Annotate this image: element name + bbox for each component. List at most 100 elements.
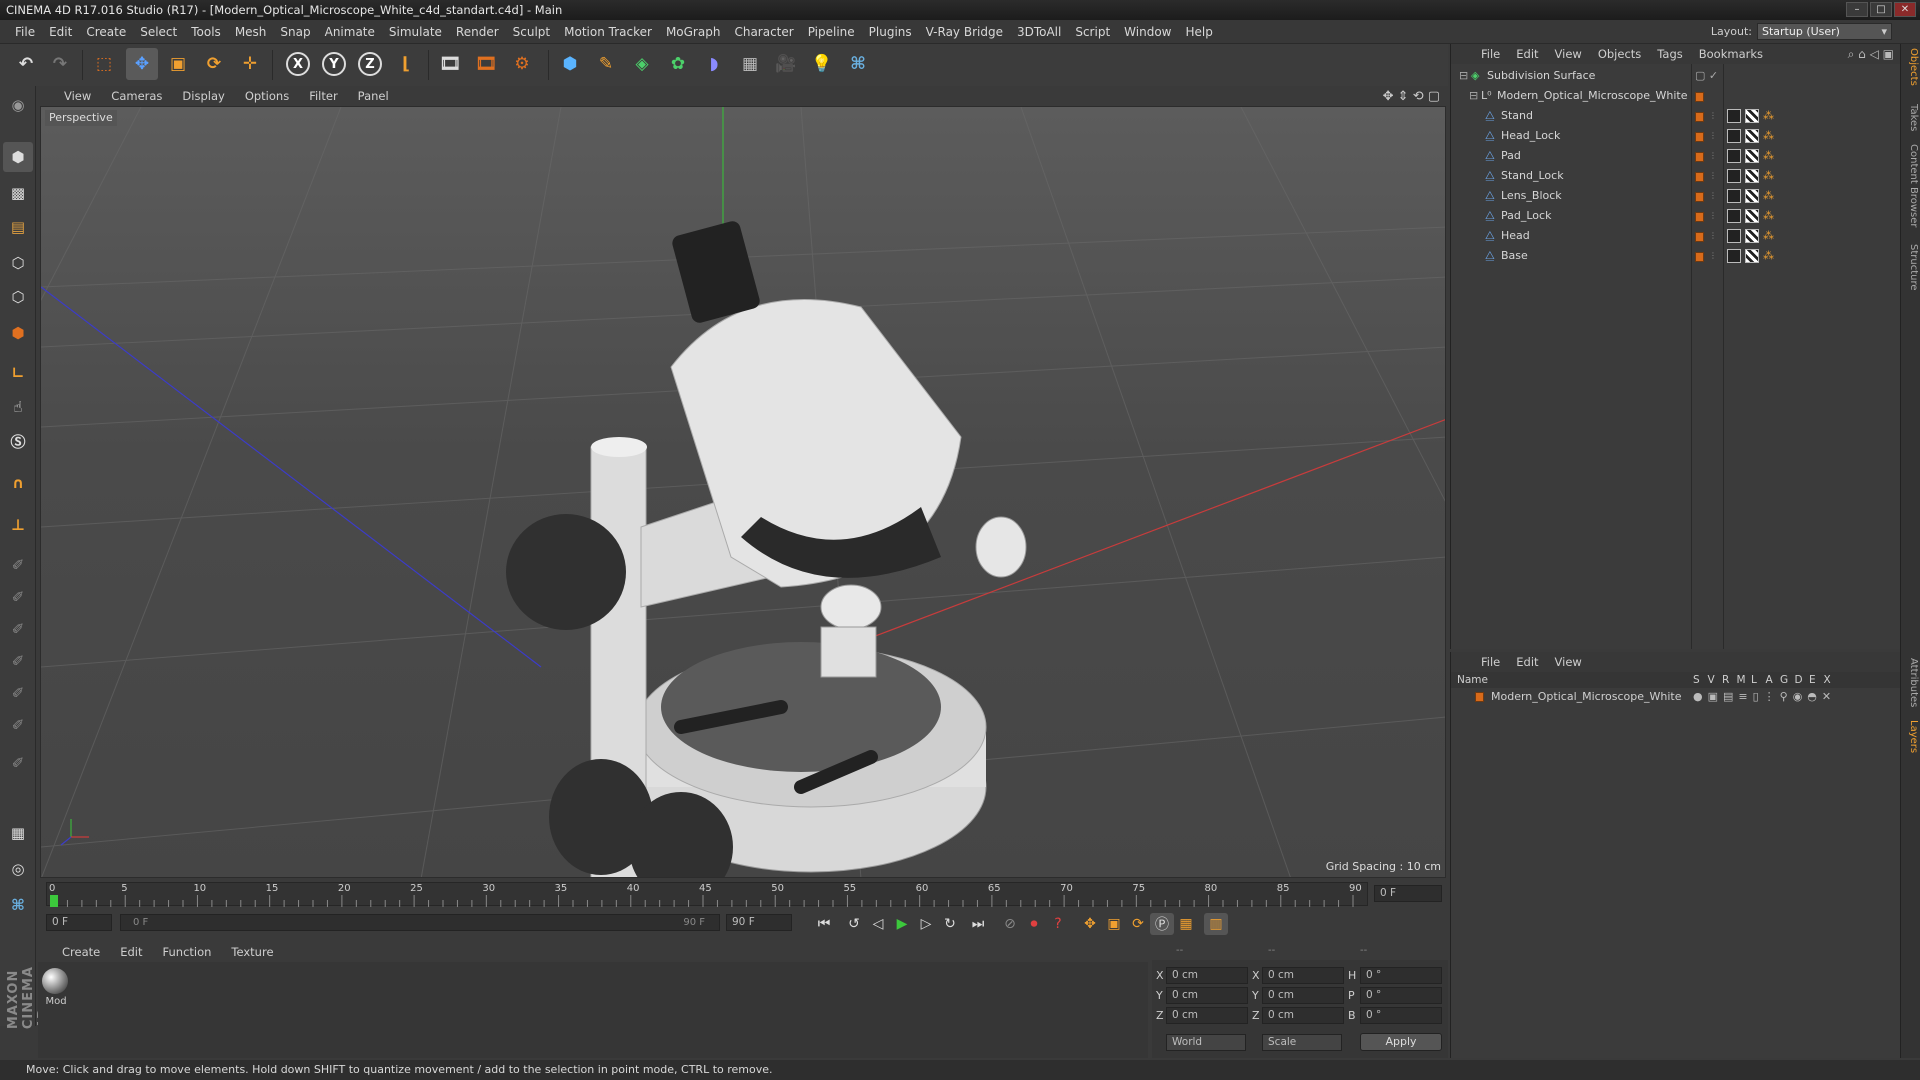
side-tab-objects[interactable]: Objects (1903, 48, 1919, 86)
uvw-tag-icon[interactable] (1745, 129, 1759, 143)
phong-tag-icon[interactable]: ⁂ (1763, 146, 1774, 166)
visibility-dots[interactable]: ⋮ (1709, 166, 1717, 186)
tree-row-object[interactable]: ⧋ Stand_Lock ⋮ ⁂ (1451, 166, 1901, 186)
phong-tag-icon[interactable]: ⁂ (1763, 246, 1774, 266)
transform-icon[interactable]: ✛ (234, 48, 266, 80)
size-y-field[interactable]: 0 cm (1262, 987, 1344, 1004)
size-z-field[interactable]: 0 cm (1262, 1007, 1344, 1024)
visibility-dots[interactable]: ⋮ (1709, 186, 1717, 206)
layer-color-swatch[interactable] (1695, 232, 1704, 242)
floor-icon[interactable]: ▦ (734, 48, 766, 80)
key-position-icon[interactable]: ✥ (1078, 913, 1102, 935)
material-menu-texture[interactable]: Texture (221, 942, 283, 962)
uvw-tag-icon[interactable] (1745, 109, 1759, 123)
phong-tag-icon[interactable]: ⁂ (1763, 186, 1774, 206)
menu-plugins[interactable]: Plugins (862, 20, 919, 44)
model-mode-icon[interactable]: ⬢ (3, 142, 33, 172)
coord-system-icon[interactable]: ⌊ (390, 48, 422, 80)
render-picture-viewer-icon[interactable]: 🎞 (470, 48, 502, 80)
prev-frame-icon[interactable]: ◁ (866, 913, 890, 935)
menu-edit[interactable]: Edit (42, 20, 79, 44)
y-axis-icon[interactable]: Y (318, 48, 350, 80)
side-tab-takes[interactable]: Takes (1903, 104, 1919, 131)
brush-2-icon[interactable]: ✐ (3, 582, 33, 612)
texture-tag-icon[interactable] (1727, 169, 1741, 183)
brush-7-icon[interactable]: ✐ (3, 748, 33, 778)
layer-row[interactable]: Modern_Optical_Microscope_White ●▣▤≡▯⋮⚲◉… (1451, 688, 1900, 706)
viewport-menu-filter[interactable]: Filter (299, 86, 347, 106)
tree-row-object[interactable]: ⧋ Base ⋮ ⁂ (1451, 246, 1901, 266)
object-menu-bookmarks[interactable]: Bookmarks (1691, 44, 1771, 64)
uvw-tag-icon[interactable] (1745, 189, 1759, 203)
menu-mesh[interactable]: Mesh (228, 20, 274, 44)
visibility-dots[interactable]: ⋮ (1709, 226, 1717, 246)
uvw-tag-icon[interactable] (1745, 149, 1759, 163)
tree-row-object[interactable]: ⧋ Head_Lock ⋮ ⁂ (1451, 126, 1901, 146)
visibility-dots[interactable]: ⋮ (1709, 206, 1717, 226)
menu-animate[interactable]: Animate (318, 20, 382, 44)
workplane-axis-icon[interactable]: ⊥ (3, 510, 33, 540)
record-keys-icon[interactable]: ⊘ (998, 913, 1022, 935)
live-select-icon[interactable]: ⬚ (88, 48, 120, 80)
range-slider[interactable]: 0 F 90 F (120, 914, 720, 931)
rotation-p-field[interactable]: 0 ° (1360, 987, 1442, 1004)
go-to-start-icon[interactable]: ⏮ (812, 913, 836, 935)
solo-icon[interactable]: ◎ (3, 854, 33, 884)
size-mode-dropdown[interactable]: Scale (1262, 1034, 1342, 1051)
next-key-icon[interactable]: ↻ (938, 913, 962, 935)
layer-color-swatch[interactable] (1695, 192, 1704, 202)
array-icon[interactable]: ✿ (662, 48, 694, 80)
visibility-dots[interactable]: ⋮ (1709, 246, 1717, 266)
menu-help[interactable]: Help (1178, 20, 1219, 44)
object-menu-view[interactable]: View (1547, 44, 1590, 64)
light-icon[interactable]: 💡 (806, 48, 838, 80)
position-x-field[interactable]: 0 cm (1166, 967, 1248, 984)
tweak-icon[interactable]: ☝ (3, 392, 33, 422)
texture-tag-icon[interactable] (1727, 249, 1741, 263)
keyframe-selection-icon[interactable]: ? (1046, 913, 1070, 935)
tree-row-subdivision[interactable]: ⊟ ◈ Subdivision Surface ▢ ✓ (1451, 66, 1901, 86)
material-menu-edit[interactable]: Edit (110, 942, 152, 962)
layer-color-swatch[interactable] (1695, 132, 1704, 142)
points-mode-icon[interactable]: ⬡ (3, 248, 33, 278)
menu-pipeline[interactable]: Pipeline (801, 20, 862, 44)
play-icon[interactable]: ▶ (890, 913, 914, 935)
viewport-menu-panel[interactable]: Panel (348, 86, 399, 106)
x-axis-icon[interactable]: X (282, 48, 314, 80)
visibility-dots[interactable]: ⋮ (1709, 126, 1717, 146)
python-icon[interactable]: ⌘ (842, 48, 874, 80)
phong-tag-icon[interactable]: ⁂ (1763, 106, 1774, 126)
tree-row-object[interactable]: ⧋ Pad_Lock ⋮ ⁂ (1451, 206, 1901, 226)
z-axis-icon[interactable]: Z (354, 48, 386, 80)
texture-tag-icon[interactable] (1727, 209, 1741, 223)
timeline-ruler[interactable]: 0 5 10 15 20 25 30 35 40 45 50 55 60 65 70 75 80 85 90 0 F (38, 880, 1448, 908)
layer-color-swatch[interactable] (1695, 212, 1704, 222)
layer-menu-edit[interactable]: Edit (1508, 652, 1546, 672)
key-rotation-icon[interactable]: ⟳ (1126, 913, 1150, 935)
playhead[interactable] (50, 895, 58, 907)
texture-tag-icon[interactable] (1727, 189, 1741, 203)
tree-row-object[interactable]: ⧋ Stand ⋮ ⁂ (1451, 106, 1901, 126)
texture-tag-icon[interactable] (1727, 109, 1741, 123)
end-frame-field[interactable]: 90 F (726, 914, 792, 931)
layer-menu-file[interactable]: File (1473, 652, 1508, 672)
menu-sculpt[interactable]: Sculpt (506, 20, 557, 44)
next-frame-icon[interactable]: ▷ (914, 913, 938, 935)
redo-icon[interactable]: ↷ (44, 48, 76, 80)
layer-color-swatch[interactable] (1695, 92, 1704, 102)
menu-script[interactable]: Script (1068, 20, 1117, 44)
menu-window[interactable]: Window (1117, 20, 1178, 44)
texture-mode-icon[interactable]: ▩ (3, 178, 33, 208)
python-script-icon[interactable]: ⌘ (3, 890, 33, 920)
apply-button[interactable]: Apply (1360, 1033, 1442, 1051)
visibility-dots[interactable]: ⋮ (1709, 146, 1717, 166)
key-scale-icon[interactable]: ▣ (1102, 913, 1126, 935)
viewport-nav-icons[interactable]: ✥ ⇕ ⟲ ▢ (1383, 89, 1440, 104)
menu-file[interactable]: File (8, 20, 42, 44)
material-menu-function[interactable]: Function (153, 942, 222, 962)
maximize-button[interactable]: □ (1870, 2, 1892, 17)
size-x-field[interactable]: 0 cm (1262, 967, 1344, 984)
brush-3-icon[interactable]: ✐ (3, 614, 33, 644)
rotation-h-field[interactable]: 0 ° (1360, 967, 1442, 984)
menu-create[interactable]: Create (79, 20, 133, 44)
